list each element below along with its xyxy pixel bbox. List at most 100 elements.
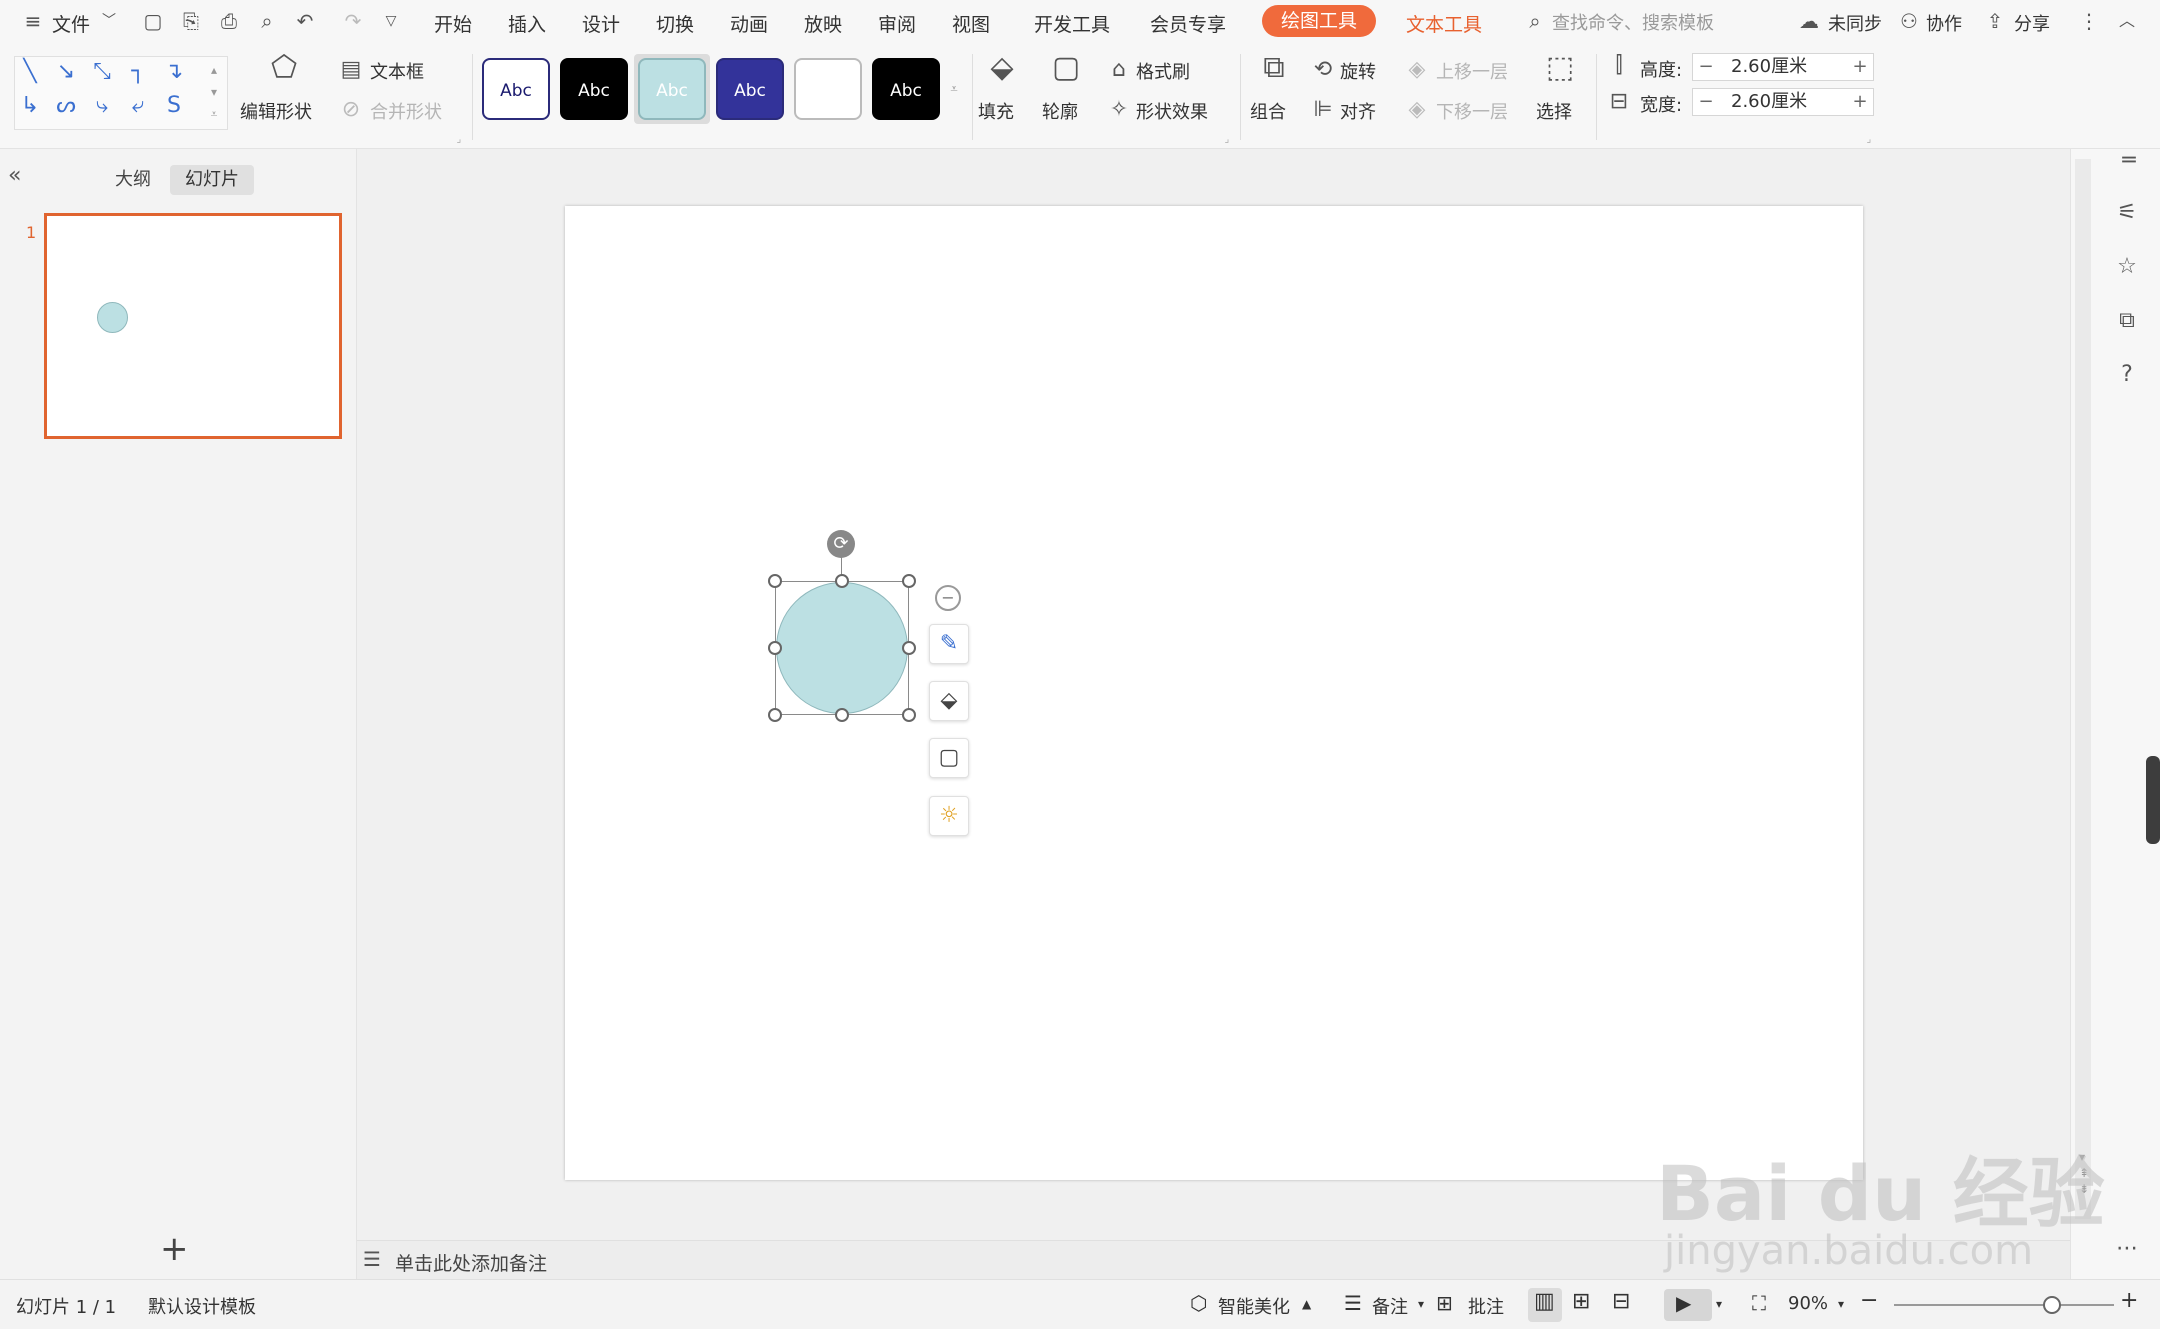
sync-status[interactable]: 未同步 [1828,10,1882,36]
tab-insert[interactable]: 插入 [508,10,546,37]
style-preset-3[interactable]: Abc [638,58,706,120]
normal-view-icon[interactable]: ▥ [1534,1289,1555,1314]
smart-beautify-icon[interactable]: ⬡ [1190,1291,1207,1315]
shape-effects-star-icon[interactable]: ☆ [2112,252,2142,282]
search-input[interactable]: 查找命令、搜索模板 [1552,9,1714,35]
tab-review[interactable]: 审阅 [878,10,916,37]
text-box-button[interactable]: 文本框 [370,58,424,84]
slide[interactable] [565,206,1863,1180]
style-preset-4[interactable]: Abc [716,58,784,120]
file-menu[interactable]: 文件 [52,10,90,37]
tab-design[interactable]: 设计 [582,10,620,37]
group-icon[interactable]: ⧉ [1252,53,1296,83]
resize-handle-bottom-right[interactable] [902,708,916,722]
zoom-slider-track[interactable] [1894,1304,2114,1306]
resize-handle-left[interactable] [768,641,782,655]
notes-toggle-icon[interactable]: ☰ [1344,1291,1362,1315]
print-icon[interactable]: ⎙ [216,8,242,34]
tab-animation[interactable]: 动画 [730,10,768,37]
notes-toggle-button[interactable]: 备注 [1372,1293,1408,1319]
height-decrement-button[interactable]: − [1693,54,1719,80]
style-preset-6[interactable]: Abc [872,58,940,120]
tab-view[interactable]: 视图 [952,10,990,37]
collapse-ribbon-icon[interactable]: ︿ [2114,8,2140,34]
width-decrement-button[interactable]: − [1693,89,1719,115]
style-gallery-expand-icon[interactable]: ⩡ [944,76,964,104]
redo-icon[interactable]: ↷ [340,8,366,34]
reading-view-icon[interactable]: ⊟ [1612,1289,1630,1314]
width-value[interactable]: 2.60厘米 [1731,89,1807,115]
style-preset-5[interactable] [794,58,862,120]
shape-style-brush-icon[interactable]: ✎ [929,624,969,664]
shape-effects-icon[interactable]: ✧ [1106,96,1132,124]
format-painter-button[interactable]: 格式刷 [1136,58,1190,84]
gallery-expand-icon[interactable]: ⩡ [204,100,224,128]
select-button[interactable]: 选择 [1536,98,1572,124]
vertical-scrollbar[interactable] [2075,159,2091,1219]
tab-developer[interactable]: 开发工具 [1034,10,1110,37]
print-preview-icon[interactable]: ⌕ [254,8,280,34]
elbow-connector-icon[interactable]: ┐ [124,58,152,86]
curved-connector-icon[interactable]: ᔕ [52,92,80,120]
outline-icon[interactable]: ▢ [1044,53,1088,83]
chevron-down-icon[interactable]: ▾ [1418,1297,1424,1311]
freeform-curve-icon[interactable]: S [160,92,188,120]
height-increment-button[interactable]: + [1847,54,1873,80]
group-button[interactable]: 组合 [1250,98,1286,124]
curved-arrow-icon[interactable]: ⤷ [88,92,116,120]
customize-toolbar-icon[interactable]: ▽ [378,8,404,34]
select-pointer-icon[interactable]: ⬚ [1538,53,1582,83]
zoom-level[interactable]: 90% [1788,1293,1828,1314]
undo-icon[interactable]: ↶ [292,8,318,34]
comments-button[interactable]: 批注 [1468,1293,1504,1319]
tab-outline[interactable]: 大纲 [106,165,160,195]
align-button[interactable]: 对齐 [1340,98,1376,124]
width-increment-button[interactable]: + [1847,89,1873,115]
elbow-arrow-icon[interactable]: ↴ [160,58,188,86]
more-options-icon[interactable]: ⋮ [2076,8,2102,34]
resize-handle-top-right[interactable] [902,574,916,588]
resize-handle-top[interactable] [835,574,849,588]
tab-slideshow[interactable]: 放映 [804,10,842,37]
property-settings-icon[interactable]: ⚟ [2112,198,2142,228]
chevron-down-icon[interactable]: ▾ [1716,1297,1722,1311]
save-icon[interactable]: ▢ [140,8,166,34]
chevron-down-icon[interactable]: ▾ [1838,1297,1844,1311]
zoom-out-icon[interactable]: − [1860,1288,1878,1313]
line-icon[interactable]: ╲ [16,58,44,86]
text-box-icon[interactable]: ▤ [338,56,364,84]
format-painter-icon[interactable]: ⌂ [1106,56,1132,84]
style-preset-2[interactable]: Abc [560,58,628,120]
tab-slides[interactable]: 幻灯片 [170,165,254,195]
shape-effects-button[interactable]: 形状效果 [1136,98,1208,124]
play-slideshow-icon[interactable]: ▶ [1676,1291,1691,1315]
rotate-button[interactable]: 旋转 [1340,58,1376,84]
collapse-panel-icon[interactable]: « [8,163,21,188]
tab-drawing-tools[interactable]: 绘图工具 [1262,5,1376,37]
fill-bucket-icon[interactable]: ⬙ [980,53,1024,83]
export-icon[interactable]: ⎘ [178,8,204,34]
height-stepper[interactable]: − 2.60厘米 + [1692,53,1874,81]
tab-member[interactable]: 会员专享 [1150,10,1226,37]
smart-idea-bulb-icon[interactable]: ☼ [929,796,969,836]
comment-icon[interactable]: ⊞ [1436,1291,1453,1315]
zoom-slider-thumb[interactable] [2043,1296,2062,1314]
share-icon[interactable]: ⇪ [1982,8,2008,34]
user-collab-icon[interactable]: ⚇ [1896,8,1922,34]
height-value[interactable]: 2.60厘米 [1731,54,1807,80]
resize-handle-bottom[interactable] [835,708,849,722]
shape-outline-icon[interactable]: ▢ [929,738,969,778]
tab-text-tools[interactable]: 文本工具 [1406,10,1482,37]
sidebar-menu-icon[interactable]: ═ [2114,146,2144,176]
curved-double-arrow-icon[interactable]: ⤶ [124,92,152,120]
resize-handle-right[interactable] [902,641,916,655]
resize-handle-top-left[interactable] [768,574,782,588]
chevron-down-icon[interactable]: ﹀ [96,8,122,34]
rotate-icon[interactable]: ⟲ [1310,56,1336,84]
slide-transition-icon[interactable]: ⧉ [2112,306,2142,336]
edit-shape-icon[interactable]: ⬠ [262,53,306,83]
zoom-in-icon[interactable]: + [2120,1288,2138,1313]
collab-button[interactable]: 协作 [1926,10,1962,36]
tab-home[interactable]: 开始 [434,10,472,37]
side-widget-handle[interactable] [2146,756,2160,844]
